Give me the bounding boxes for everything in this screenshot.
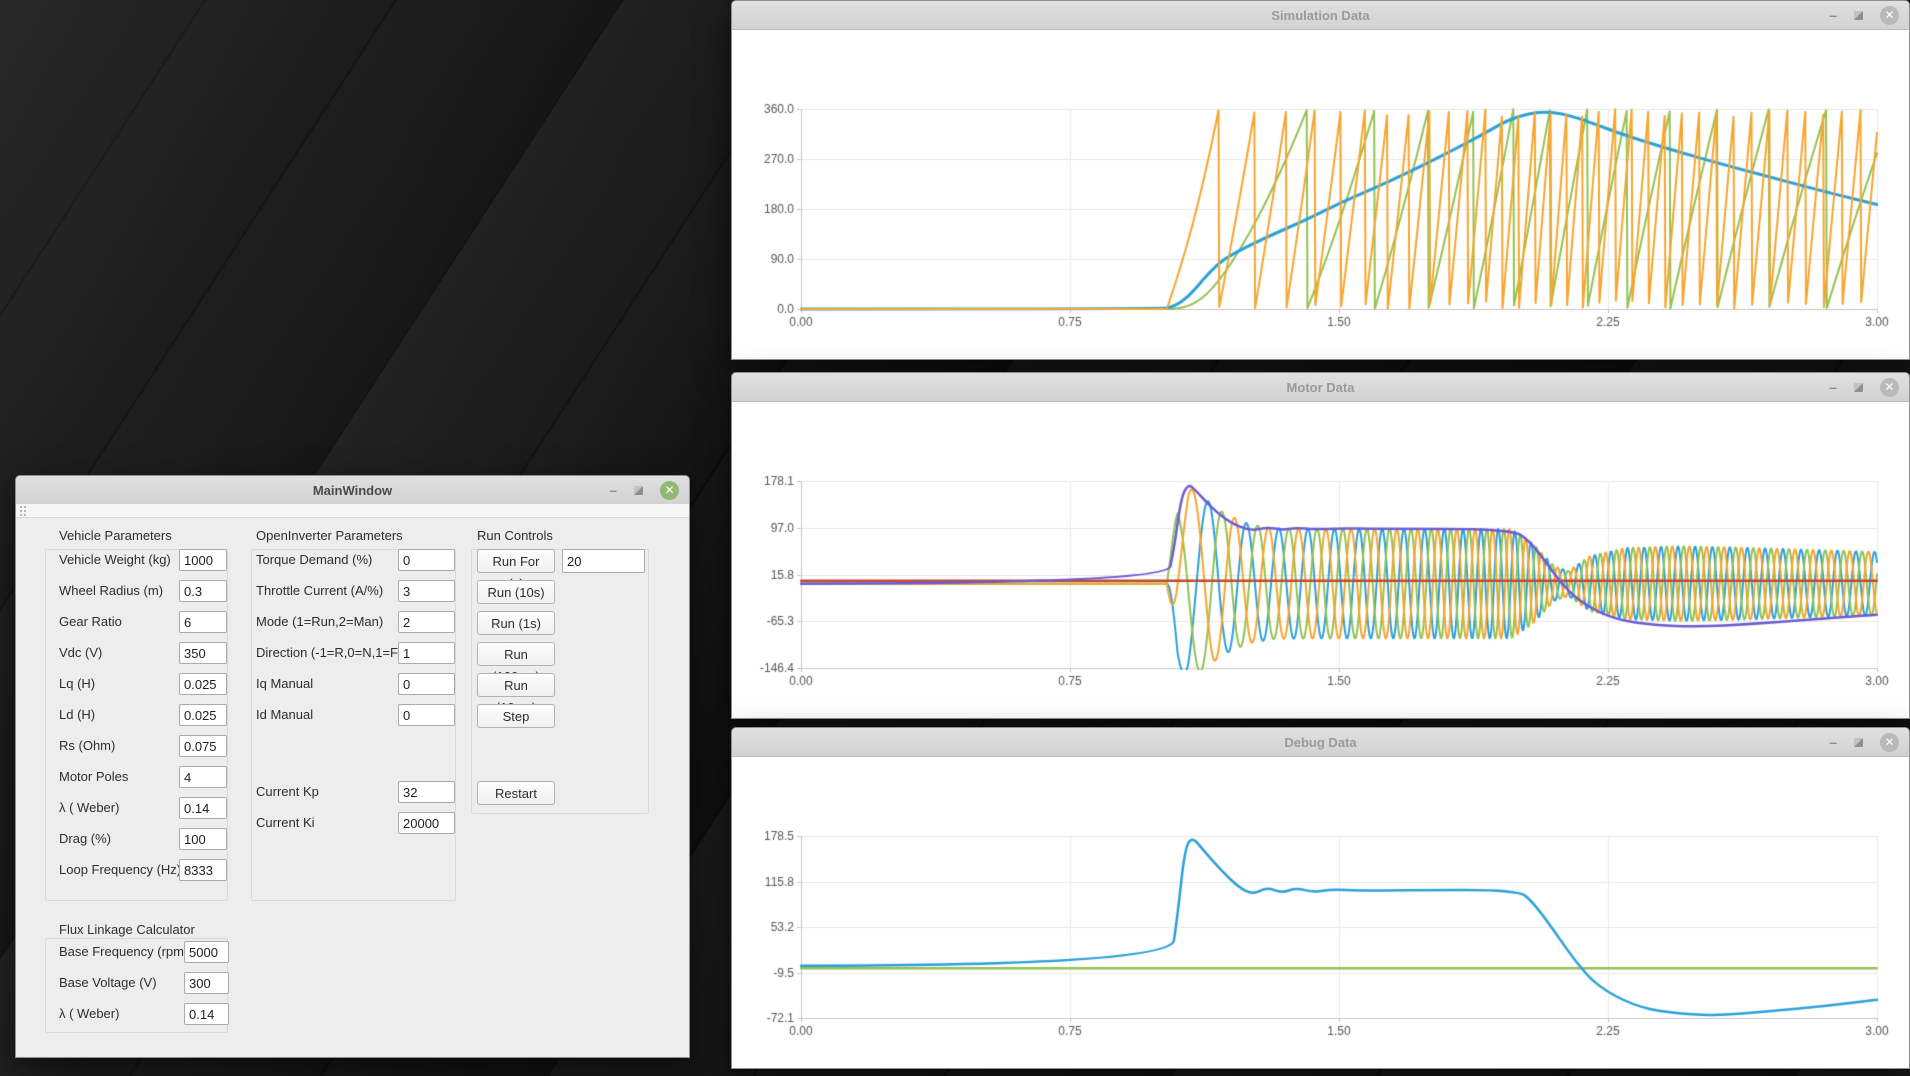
- field-input-drag[interactable]: [179, 828, 227, 850]
- field-label-lq-h: Lq (H): [59, 673, 95, 695]
- field-label-base-voltage-v: Base Voltage (V): [59, 972, 157, 994]
- minimize-icon[interactable]: –: [1829, 737, 1837, 747]
- restore-icon: [1854, 738, 1863, 747]
- restore-button[interactable]: [634, 486, 643, 495]
- field-input-current-ki[interactable]: [398, 812, 455, 834]
- field-label-direction-1-r-0-n-1-f: Direction (-1=R,0=N,1=F): [256, 642, 402, 664]
- motor-data-window: IaIbIcIqId Motor Data – ✕: [731, 372, 1910, 719]
- field-label-weber: λ ( Weber): [59, 797, 119, 819]
- debug-chart-canvas: [732, 756, 1909, 1068]
- run-10ms-button[interactable]: Run (10ms): [477, 673, 555, 697]
- restore-icon: [634, 486, 643, 495]
- run-10s-button[interactable]: Run (10s): [477, 580, 555, 604]
- restore-icon: [1854, 383, 1863, 392]
- field-label-vdc-v: Vdc (V): [59, 642, 102, 664]
- field-input-vdc-v[interactable]: [179, 642, 227, 664]
- field-label-gear-ratio: Gear Ratio: [59, 611, 122, 633]
- field-label-torque-demand: Torque Demand (%): [256, 549, 372, 571]
- field-label-current-ki: Current Ki: [256, 812, 315, 834]
- main-window: Vehicle Parameters Vehicle Weight (kg) Wh…: [15, 475, 690, 1058]
- field-input-vehicle-weight-kg[interactable]: [179, 549, 227, 571]
- field-input-motor-poles[interactable]: [179, 766, 227, 788]
- restore-button[interactable]: [1854, 383, 1863, 392]
- debug-titlebar[interactable]: Debug Data – ✕: [732, 728, 1909, 757]
- main-titlebar[interactable]: MainWindow – ✕: [16, 476, 689, 505]
- close-icon[interactable]: ✕: [1880, 733, 1899, 752]
- field-input-current-kp[interactable]: [398, 781, 455, 803]
- group-label-flux-linkage-calculator: Flux Linkage Calculator: [59, 922, 195, 937]
- group-label-run-controls: Run Controls: [477, 528, 553, 543]
- field-input-weber[interactable]: [179, 797, 227, 819]
- toolbar-drag-handle-icon[interactable]: [19, 505, 28, 516]
- window-title: Debug Data: [1284, 735, 1356, 750]
- motor-chart-area: IaIbIcIqId: [732, 401, 1909, 718]
- field-input-mode-1-run-2-man[interactable]: [398, 611, 455, 633]
- minimize-icon[interactable]: –: [609, 485, 617, 495]
- field-label-iq-manual: Iq Manual: [256, 673, 313, 695]
- run-100ms-button[interactable]: Run (100ms): [477, 642, 555, 666]
- restore-button[interactable]: [1854, 11, 1863, 20]
- field-input-torque-demand[interactable]: [398, 549, 455, 571]
- field-label-vehicle-weight-kg: Vehicle Weight (kg): [59, 549, 171, 571]
- run-for-s-button[interactable]: Run For (s): [477, 549, 555, 573]
- field-input-weber[interactable]: [184, 1003, 229, 1025]
- close-icon[interactable]: ✕: [1880, 378, 1899, 397]
- field-input-iq-manual[interactable]: [398, 673, 455, 695]
- step-button[interactable]: Step: [477, 704, 555, 728]
- simulation-titlebar[interactable]: Simulation Data – ✕: [732, 1, 1909, 30]
- restore-icon: [1854, 11, 1863, 20]
- field-label-motor-poles: Motor Poles: [59, 766, 128, 788]
- field-input-base-voltage-v[interactable]: [184, 972, 229, 994]
- field-input-rs-ohm[interactable]: [179, 735, 227, 757]
- simulation-chart-area: Motor Speed (rpm)Motor Position (degrees…: [732, 29, 1909, 359]
- group-label-vehicle-parameters: Vehicle Parameters: [59, 528, 172, 543]
- field-label-weber: λ ( Weber): [59, 1003, 119, 1025]
- field-input-loop-frequency-hz[interactable]: [179, 859, 227, 881]
- run-1s-button[interactable]: Run (1s): [477, 611, 555, 635]
- field-label-throttle-current-a: Throttle Current (A/%): [256, 580, 383, 602]
- minimize-icon[interactable]: –: [1829, 10, 1837, 20]
- field-label-wheel-radius-m: Wheel Radius (m): [59, 580, 163, 602]
- motor-titlebar[interactable]: Motor Data – ✕: [732, 373, 1909, 402]
- close-icon[interactable]: ✕: [1880, 6, 1899, 25]
- window-title: Simulation Data: [1271, 8, 1369, 23]
- field-input-direction-1-r-0-n-1-f[interactable]: [398, 642, 455, 664]
- field-label-drag: Drag (%): [59, 828, 111, 850]
- minimize-icon[interactable]: –: [1829, 382, 1837, 392]
- field-label-ld-h: Ld (H): [59, 704, 95, 726]
- field-input-throttle-current-a[interactable]: [398, 580, 455, 602]
- simulation-data-window: Motor Speed (rpm)Motor Position (degrees…: [731, 0, 1910, 360]
- field-label-loop-frequency-hz: Loop Frequency (Hz): [59, 859, 181, 881]
- field-label-rs-ohm: Rs (Ohm): [59, 735, 115, 757]
- run-for-seconds-input[interactable]: [562, 549, 645, 573]
- restart-button[interactable]: Restart: [477, 781, 555, 805]
- field-label-base-frequency-rpm: Base Frequency (rpm): [59, 941, 188, 963]
- field-input-ld-h[interactable]: [179, 704, 227, 726]
- motor-chart-canvas: [732, 401, 1909, 718]
- field-input-wheel-radius-m[interactable]: [179, 580, 227, 602]
- debug-data-window: IqId Debug Data – ✕: [731, 727, 1910, 1069]
- field-input-id-manual[interactable]: [398, 704, 455, 726]
- window-title: Motor Data: [1287, 380, 1355, 395]
- field-input-base-frequency-rpm[interactable]: [184, 941, 229, 963]
- field-input-gear-ratio[interactable]: [179, 611, 227, 633]
- field-label-current-kp: Current Kp: [256, 781, 319, 803]
- main-toolbar: [16, 504, 689, 518]
- field-label-id-manual: Id Manual: [256, 704, 313, 726]
- close-icon[interactable]: ✕: [660, 481, 679, 500]
- debug-chart-area: IqId: [732, 756, 1909, 1068]
- field-label-mode-1-run-2-man: Mode (1=Run,2=Man): [256, 611, 383, 633]
- simulation-chart-canvas: [732, 29, 1909, 359]
- main-window-body: Vehicle Parameters Vehicle Weight (kg) Wh…: [16, 476, 689, 1057]
- group-label-openinverter-parameters: OpenInverter Parameters: [256, 528, 403, 543]
- window-title: MainWindow: [313, 483, 392, 498]
- restore-button[interactable]: [1854, 738, 1863, 747]
- field-input-lq-h[interactable]: [179, 673, 227, 695]
